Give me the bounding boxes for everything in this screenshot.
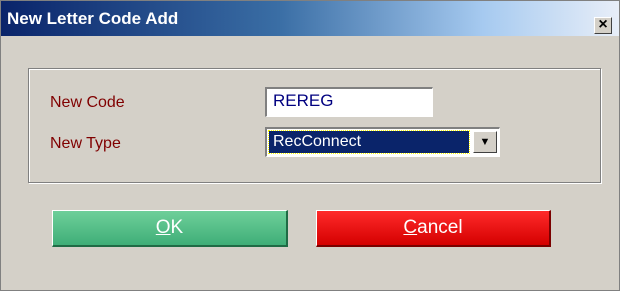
ok-accelerator: O — [155, 217, 171, 238]
new-code-input[interactable]: REREG — [265, 87, 433, 117]
form-group-box — [28, 68, 601, 183]
new-code-label: New Code — [50, 94, 125, 111]
window-title: New Letter Code Add — [7, 9, 179, 28]
cancel-accelerator: C — [403, 217, 418, 238]
close-icon: × — [598, 16, 608, 33]
close-button[interactable]: × — [594, 17, 612, 34]
title-bar[interactable]: New Letter Code Add × — [1, 1, 619, 36]
ok-label-rest: K — [170, 217, 184, 238]
ok-button[interactable]: OK — [52, 210, 288, 247]
cancel-button[interactable]: Cancel — [316, 210, 551, 247]
dialog-window: New Letter Code Add × New Code REREG New… — [0, 0, 620, 291]
new-type-label: New Type — [50, 135, 121, 152]
new-type-selected-value: RecConnect — [268, 130, 470, 154]
dropdown-arrow-icon[interactable]: ▼ — [473, 131, 497, 153]
new-type-select[interactable]: RecConnect ▼ — [265, 127, 500, 157]
cancel-label-rest: ancel — [417, 217, 463, 238]
